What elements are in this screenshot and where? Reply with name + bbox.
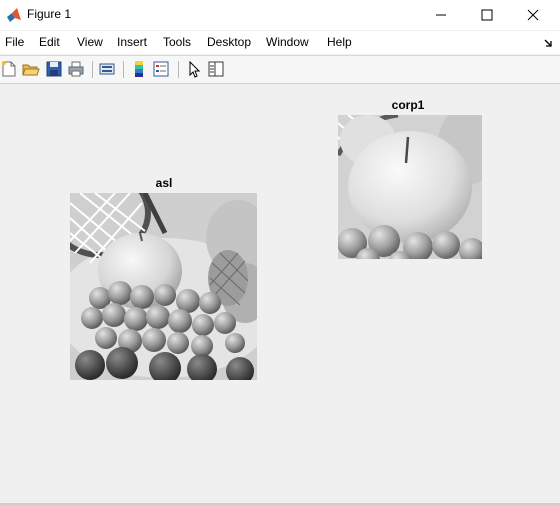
maximize-icon	[481, 9, 493, 21]
insert-colorbar-icon[interactable]	[130, 60, 148, 78]
print-icon[interactable]	[67, 60, 85, 78]
menu-bar: File Edit View Insert Tools Desktop Wind…	[0, 31, 560, 54]
toolbar-separator	[178, 61, 179, 78]
close-icon	[527, 9, 539, 21]
maximize-button[interactable]	[464, 0, 510, 30]
property-inspector-icon[interactable]	[207, 60, 225, 78]
save-icon[interactable]	[45, 60, 63, 78]
toolbar-separator	[92, 61, 93, 78]
minimize-button[interactable]	[418, 0, 464, 30]
image-asl-fruit[interactable]	[70, 193, 257, 380]
image-corp1-apple[interactable]	[338, 115, 482, 259]
figure-toolbar	[0, 55, 560, 84]
menu-view[interactable]: View	[77, 35, 103, 49]
minimize-icon	[436, 14, 446, 16]
link-plot-icon[interactable]	[98, 60, 116, 78]
insert-legend-icon[interactable]	[152, 60, 170, 78]
menu-window[interactable]: Window	[266, 35, 309, 49]
close-button[interactable]	[510, 0, 556, 30]
title-bar: Figure 1	[0, 0, 560, 30]
menu-edit[interactable]: Edit	[39, 35, 60, 49]
axes-title-corp1: corp1	[391, 98, 425, 112]
edit-plot-arrow-icon[interactable]	[185, 60, 203, 78]
matlab-logo-icon	[7, 8, 21, 22]
menu-desktop[interactable]: Desktop	[207, 35, 251, 49]
menu-tools[interactable]: Tools	[163, 35, 191, 49]
menu-help[interactable]: Help	[327, 35, 352, 49]
menu-file[interactable]: File	[5, 35, 24, 49]
open-file-icon[interactable]	[22, 60, 40, 78]
window-title: Figure 1	[27, 7, 72, 21]
new-figure-icon[interactable]	[0, 60, 18, 78]
axes-title-asl: asl	[155, 176, 173, 190]
toolbar-separator	[123, 61, 124, 78]
menu-insert[interactable]: Insert	[117, 35, 147, 49]
dock-arrow-icon[interactable]	[543, 38, 553, 48]
